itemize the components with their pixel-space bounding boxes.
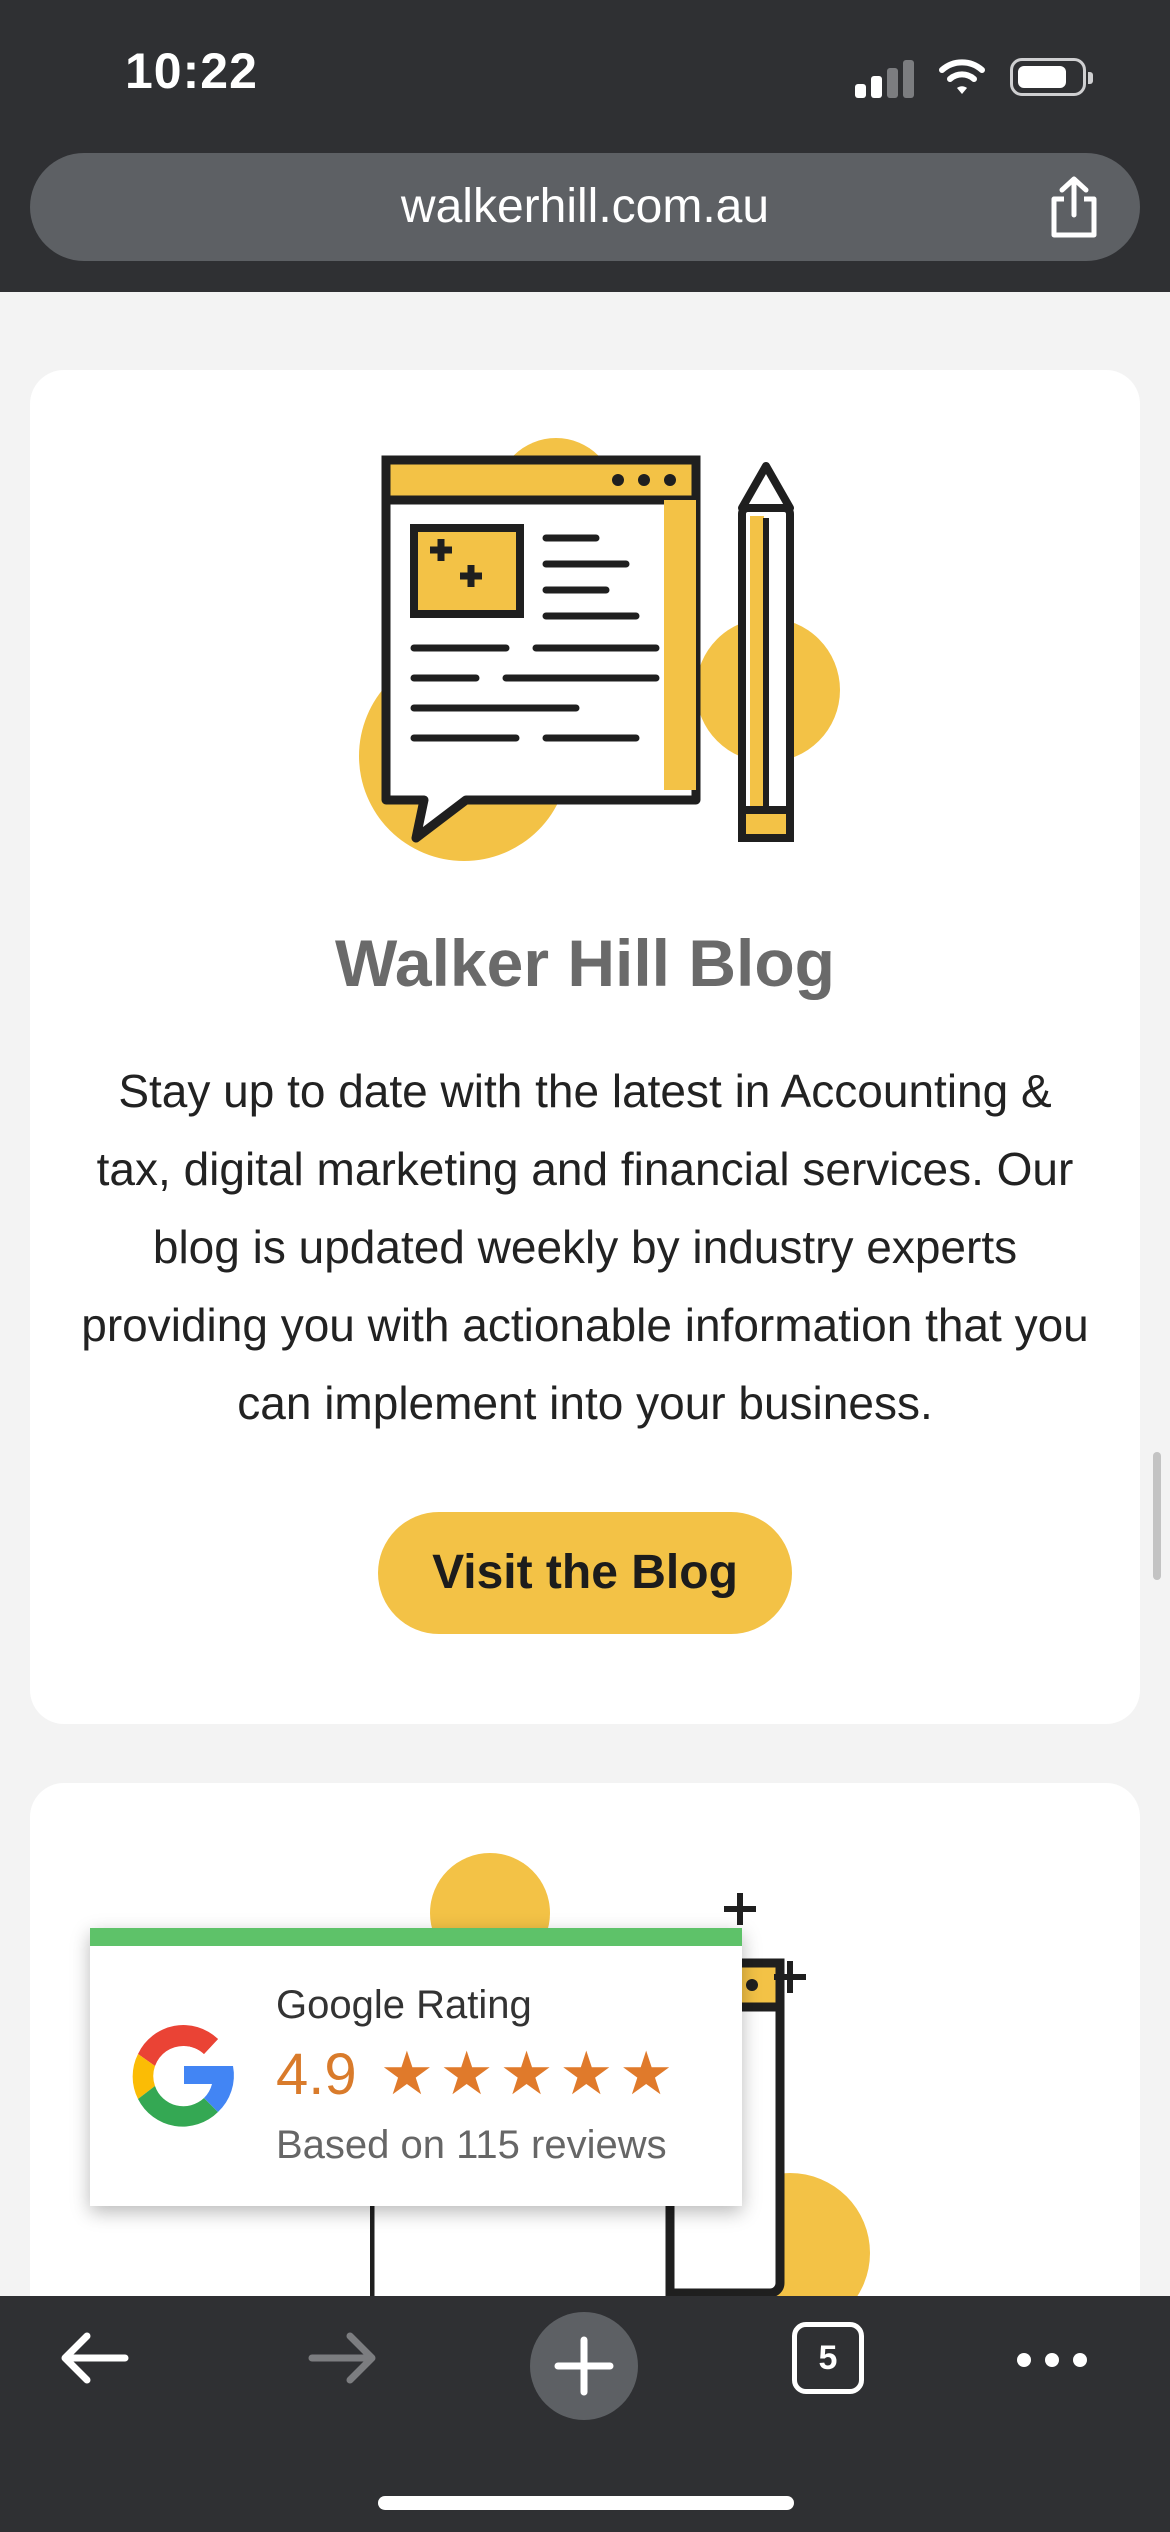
rating-stars: ★ ★ ★ ★ ★	[380, 2042, 679, 2106]
scrollbar[interactable]	[1153, 1452, 1161, 1580]
google-rating-badge[interactable]: Google Rating 4.9 ★ ★ ★ ★ ★ Based on 115 rev…	[90, 1928, 742, 2206]
forward-arrow-icon[interactable]	[302, 2328, 382, 2388]
google-logo-icon	[132, 2025, 234, 2127]
more-icon[interactable]	[1012, 2340, 1092, 2380]
blog-title: Walker Hill Blog	[335, 926, 835, 1000]
tabs-icon[interactable]: 5	[792, 2322, 864, 2394]
google-review-count: Based on 115 reviews	[276, 2123, 667, 2167]
star-icon: ★	[380, 2040, 434, 2107]
star-icon: ★	[439, 2040, 494, 2107]
star-icon: ★	[619, 2040, 673, 2107]
visit-blog-button[interactable]: Visit the Blog	[378, 1512, 792, 1634]
blog-description: Stay up to date with the latest in Accou…	[81, 1065, 1089, 1429]
wifi-icon	[939, 59, 985, 94]
plus-icon	[554, 2336, 614, 2396]
blog-card: Walker Hill Blog Stay up to date with th…	[30, 370, 1140, 1724]
google-rating-title: Google Rating	[276, 1983, 532, 2027]
address-bar[interactable]: walkerhill.com.au	[30, 153, 1140, 261]
status-and-url-bar: 10:22 walkerhill.com.au	[0, 0, 1170, 292]
star-icon: ★	[559, 2040, 614, 2107]
google-rating-score: 4.9	[276, 2042, 357, 2107]
status-time: 10:22	[125, 43, 258, 99]
badge-top-stripe	[90, 1928, 742, 1946]
battery-icon	[1010, 58, 1093, 96]
url-text[interactable]: walkerhill.com.au	[30, 179, 1140, 234]
star-icon: ★	[499, 2040, 554, 2107]
share-icon[interactable]	[1046, 175, 1102, 239]
blog-illustration-icon	[359, 438, 840, 861]
signal-icon	[855, 58, 915, 98]
new-tab-button[interactable]	[530, 2312, 638, 2420]
home-indicator[interactable]	[378, 2496, 794, 2510]
back-arrow-icon[interactable]	[55, 2328, 135, 2388]
